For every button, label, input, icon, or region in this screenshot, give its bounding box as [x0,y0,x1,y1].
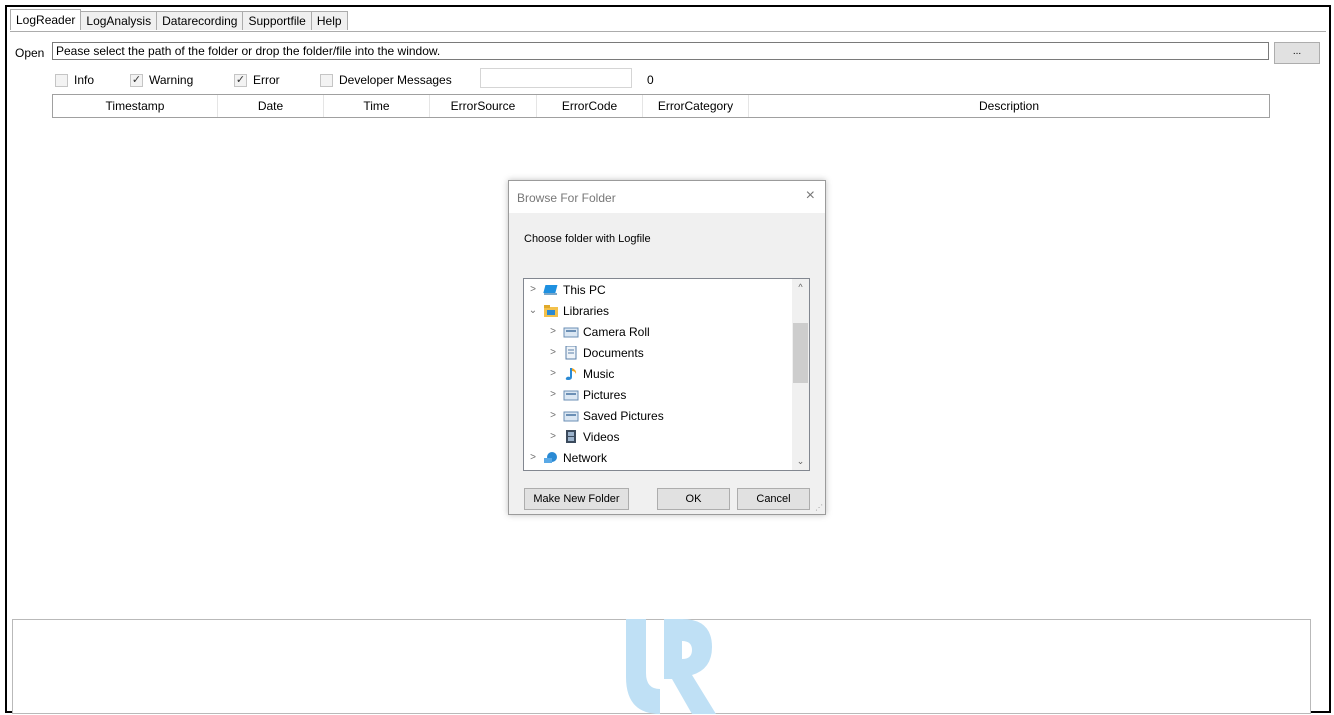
tab-logreader[interactable]: LogReader [10,9,82,30]
column-errorcategory[interactable]: ErrorCategory [643,95,749,117]
chevron-right-icon[interactable]: > [546,347,560,358]
chevron-down-icon[interactable]: ⌄ [526,305,540,316]
ok-button[interactable]: OK [657,488,730,510]
tree-scrollbar[interactable]: ^ ⌄ [792,279,809,470]
tree-item-pictures[interactable]: > Pictures [546,384,626,405]
path-input[interactable]: Pease select the path of the folder or d… [52,42,1269,60]
make-new-folder-button[interactable]: Make New Folder [524,488,629,510]
folder-tree[interactable]: > This PC ⌄ Libraries > Camera Roll > Do… [523,278,810,471]
tab-help[interactable]: Help [310,11,348,30]
dialog-title-bar[interactable]: Browse For Folder × [509,181,825,213]
chevron-right-icon[interactable]: > [546,410,560,421]
chevron-right-icon[interactable]: > [526,284,540,295]
message-count: 0 [647,73,654,87]
tree-item-label: Saved Pictures [583,408,664,423]
scroll-up-icon[interactable]: ^ [792,279,809,296]
warning-checkbox-label: Warning [149,73,194,87]
filter-input[interactable] [480,68,632,88]
column-time[interactable]: Time [324,95,430,117]
documents-icon [565,345,577,359]
chevron-right-icon[interactable]: > [546,368,560,379]
error-checkbox[interactable]: ✓ Error [234,73,280,87]
scroll-down-icon[interactable]: ⌄ [792,453,809,470]
close-icon[interactable]: × [806,187,815,205]
chevron-right-icon[interactable]: > [546,431,560,442]
tab-datarecording[interactable]: Datarecording [156,11,244,30]
chevron-right-icon[interactable]: > [546,326,560,337]
developer-messages-checkbox-label: Developer Messages [339,73,452,87]
tree-item-label: Music [583,366,615,381]
tree-item-camera-roll[interactable]: > Camera Roll [546,321,650,342]
tree-item-network[interactable]: > Network [526,447,607,468]
developer-messages-checkbox-box[interactable] [320,73,333,87]
developer-messages-checkbox[interactable]: Developer Messages [320,73,452,87]
open-label: Open [15,46,45,60]
browse-button[interactable]: ... [1274,42,1320,64]
library-icon [563,327,579,337]
tree-item-label: This PC [563,282,606,297]
library-icon [563,411,579,421]
tree-item-label: Camera Roll [583,324,650,339]
tree-item-documents[interactable]: > Documents [546,342,644,363]
app-window: LogReader LogAnalysis Datarecording Supp… [5,5,1331,714]
tree-item-music[interactable]: > Music [546,363,614,384]
info-checkbox-label: Info [74,73,95,87]
error-checkbox-label: Error [253,73,280,87]
videos-icon [566,429,576,443]
tree-item-label: Network [563,450,608,465]
info-checkbox-box[interactable] [55,73,68,87]
column-errorsource[interactable]: ErrorSource [430,95,537,117]
browse-for-folder-dialog: Browse For Folder × Choose folder with L… [508,180,826,515]
error-checkbox-box[interactable]: ✓ [234,73,247,87]
ur-logo-icon [626,619,716,714]
dialog-prompt: Choose folder with Logfile [524,233,651,245]
tab-supportfile[interactable]: Supportfile [242,11,312,30]
tree-item-this-pc[interactable]: > This PC [526,279,606,300]
tree-item-label: Libraries [563,303,610,318]
tree-item-videos[interactable]: > Videos [546,426,619,447]
tab-bar: LogReader LogAnalysis Datarecording Supp… [10,9,348,31]
chevron-right-icon[interactable]: > [546,389,560,400]
tab-loganalysis[interactable]: LogAnalysis [80,11,158,30]
warning-checkbox-box[interactable]: ✓ [130,73,143,87]
info-checkbox[interactable]: Info [55,73,94,87]
network-icon [544,451,557,463]
tree-item-label: Videos [583,429,620,444]
library-icon [563,390,579,400]
column-date[interactable]: Date [218,95,324,117]
log-table-header: Timestamp Date Time ErrorSource ErrorCod… [52,94,1270,118]
column-errorcode[interactable]: ErrorCode [537,95,643,117]
tree-item-label: Documents [583,345,644,360]
music-icon [565,367,577,380]
resize-grip-icon[interactable]: ⋰ [815,503,823,512]
folder-icon [544,304,558,317]
chevron-right-icon[interactable]: > [526,452,540,463]
cancel-button[interactable]: Cancel [737,488,810,510]
tab-divider [10,31,1326,32]
column-description[interactable]: Description [749,95,1269,117]
dialog-title: Browse For Folder [517,191,616,205]
tree-item-label: Pictures [583,387,627,402]
tree-item-libraries[interactable]: ⌄ Libraries [526,300,609,321]
column-timestamp[interactable]: Timestamp [53,95,218,117]
tree-item-saved-pictures[interactable]: > Saved Pictures [546,405,664,426]
scrollbar-thumb[interactable] [793,323,808,383]
computer-icon [543,284,558,295]
warning-checkbox[interactable]: ✓ Warning [130,73,193,87]
